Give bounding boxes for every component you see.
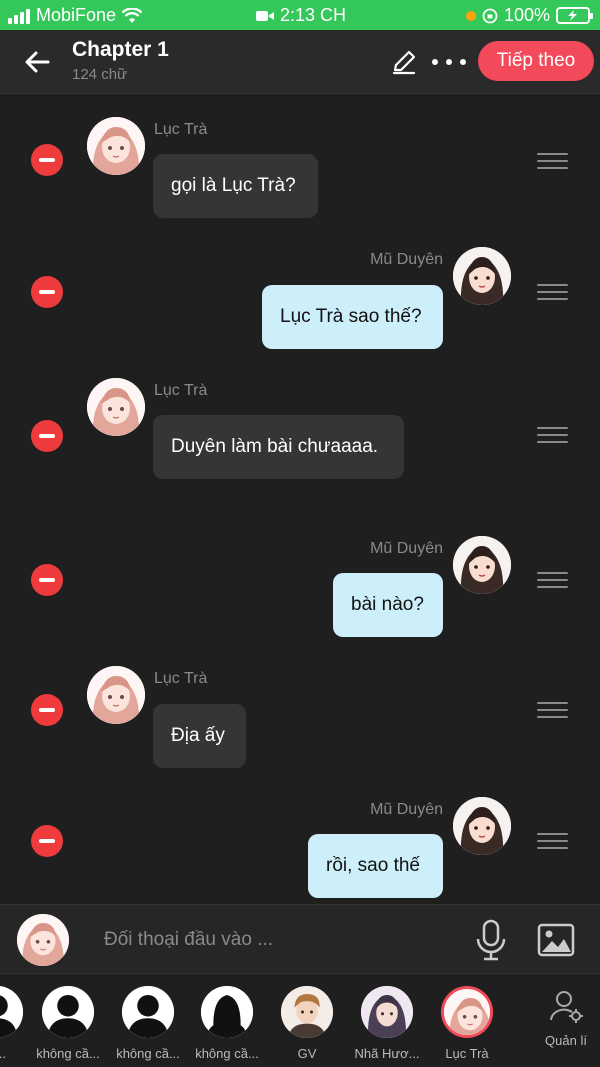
- rotation-lock-icon: [482, 8, 498, 23]
- character-option[interactable]: GV: [270, 986, 344, 1061]
- character-avatar: [0, 986, 23, 1038]
- composer-bar: [0, 904, 600, 974]
- remove-message-icon[interactable]: [31, 825, 63, 857]
- character-selector: n... không cầ... không cầ... không cầ... GV N…: [0, 974, 600, 1067]
- character-option[interactable]: không cầ...: [190, 986, 264, 1061]
- message-bubble[interactable]: Duyên làm bài chưaaaa.: [153, 415, 404, 479]
- character-avatar: [441, 986, 493, 1038]
- current-speaker-avatar[interactable]: [17, 914, 69, 966]
- speaker-avatar[interactable]: [453, 536, 511, 594]
- character-avatar: [281, 986, 333, 1038]
- character-option[interactable]: Lục Trà: [430, 986, 504, 1061]
- image-icon[interactable]: [537, 923, 575, 957]
- speaker-avatar[interactable]: [87, 666, 145, 724]
- word-count: 124 chữ: [72, 66, 128, 83]
- carrier-label: MobiFone: [36, 5, 117, 25]
- character-label: GV: [297, 1046, 317, 1061]
- message-bubble[interactable]: gọi là Lục Trà?: [153, 154, 318, 218]
- character-avatar: [201, 986, 253, 1038]
- user-gear-icon: [550, 991, 583, 1023]
- dialogue-input[interactable]: [90, 920, 460, 960]
- speaker-avatar[interactable]: [87, 117, 145, 175]
- more-options-icon[interactable]: [432, 50, 466, 74]
- remove-message-icon[interactable]: [31, 144, 63, 176]
- battery-percent: 100%: [503, 5, 550, 25]
- drag-handle-icon[interactable]: [537, 427, 568, 443]
- chapter-header: Chapter 1 124 chữ Tiếp theo: [0, 30, 600, 94]
- manage-label: Quản lí: [545, 1033, 587, 1048]
- speaker-name: Mũ Duyên: [370, 801, 443, 818]
- speaker-avatar[interactable]: [87, 378, 145, 436]
- character-label: không cầ...: [195, 1046, 259, 1061]
- character-avatar: [361, 986, 413, 1038]
- pencil-icon[interactable]: [390, 48, 418, 76]
- message-bubble[interactable]: Lục Trà sao thế?: [262, 285, 443, 349]
- drag-handle-icon[interactable]: [537, 153, 568, 169]
- message-bubble[interactable]: Địa ấy: [153, 704, 246, 768]
- microphone-icon[interactable]: [474, 919, 508, 961]
- manage-characters-button[interactable]: Quản lí: [538, 988, 594, 1048]
- character-label: không cầ...: [116, 1046, 180, 1061]
- remove-message-icon[interactable]: [31, 564, 63, 596]
- chapter-title: Chapter 1: [72, 38, 169, 61]
- character-avatar: [42, 986, 94, 1038]
- speaker-name: Lục Trà: [154, 670, 208, 687]
- speaker-name: Mũ Duyên: [370, 540, 443, 557]
- message-bubble[interactable]: rồi, sao thế: [308, 834, 443, 898]
- remove-message-icon[interactable]: [31, 694, 63, 726]
- drag-handle-icon[interactable]: [537, 572, 568, 588]
- character-option[interactable]: Nhã Hươ...: [350, 986, 424, 1061]
- message-bubble[interactable]: bài nào?: [333, 573, 443, 637]
- speaker-name: Lục Trà: [154, 382, 208, 399]
- remove-message-icon[interactable]: [31, 276, 63, 308]
- speaker-name: Mũ Duyên: [370, 251, 443, 268]
- remove-message-icon[interactable]: [31, 420, 63, 452]
- speaker-avatar[interactable]: [453, 247, 511, 305]
- battery-icon: [556, 7, 593, 24]
- drag-handle-icon[interactable]: [537, 833, 568, 849]
- signal-icon: [8, 8, 30, 24]
- character-option[interactable]: n...: [0, 986, 34, 1061]
- clock: 2:13 CH: [280, 5, 347, 25]
- mic-indicator-icon: [465, 10, 476, 21]
- character-label: n...: [0, 1046, 7, 1061]
- character-avatar: [122, 986, 174, 1038]
- speaker-name: Lục Trà: [154, 121, 208, 138]
- status-bar: MobiFone 2:13 CH 100%: [0, 0, 600, 30]
- character-option[interactable]: không cầ...: [111, 986, 185, 1061]
- video-camera-icon: [256, 10, 274, 21]
- character-label: Nhã Hươ...: [354, 1046, 420, 1061]
- character-label: Lục Trà: [445, 1046, 489, 1061]
- next-button[interactable]: Tiếp theo: [478, 41, 594, 81]
- drag-handle-icon[interactable]: [537, 702, 568, 718]
- character-option[interactable]: không cầ...: [31, 986, 105, 1061]
- speaker-avatar[interactable]: [453, 797, 511, 855]
- character-label: không cầ...: [36, 1046, 100, 1061]
- wifi-icon: [122, 7, 143, 23]
- back-arrow-icon[interactable]: [20, 44, 56, 80]
- drag-handle-icon[interactable]: [537, 284, 568, 300]
